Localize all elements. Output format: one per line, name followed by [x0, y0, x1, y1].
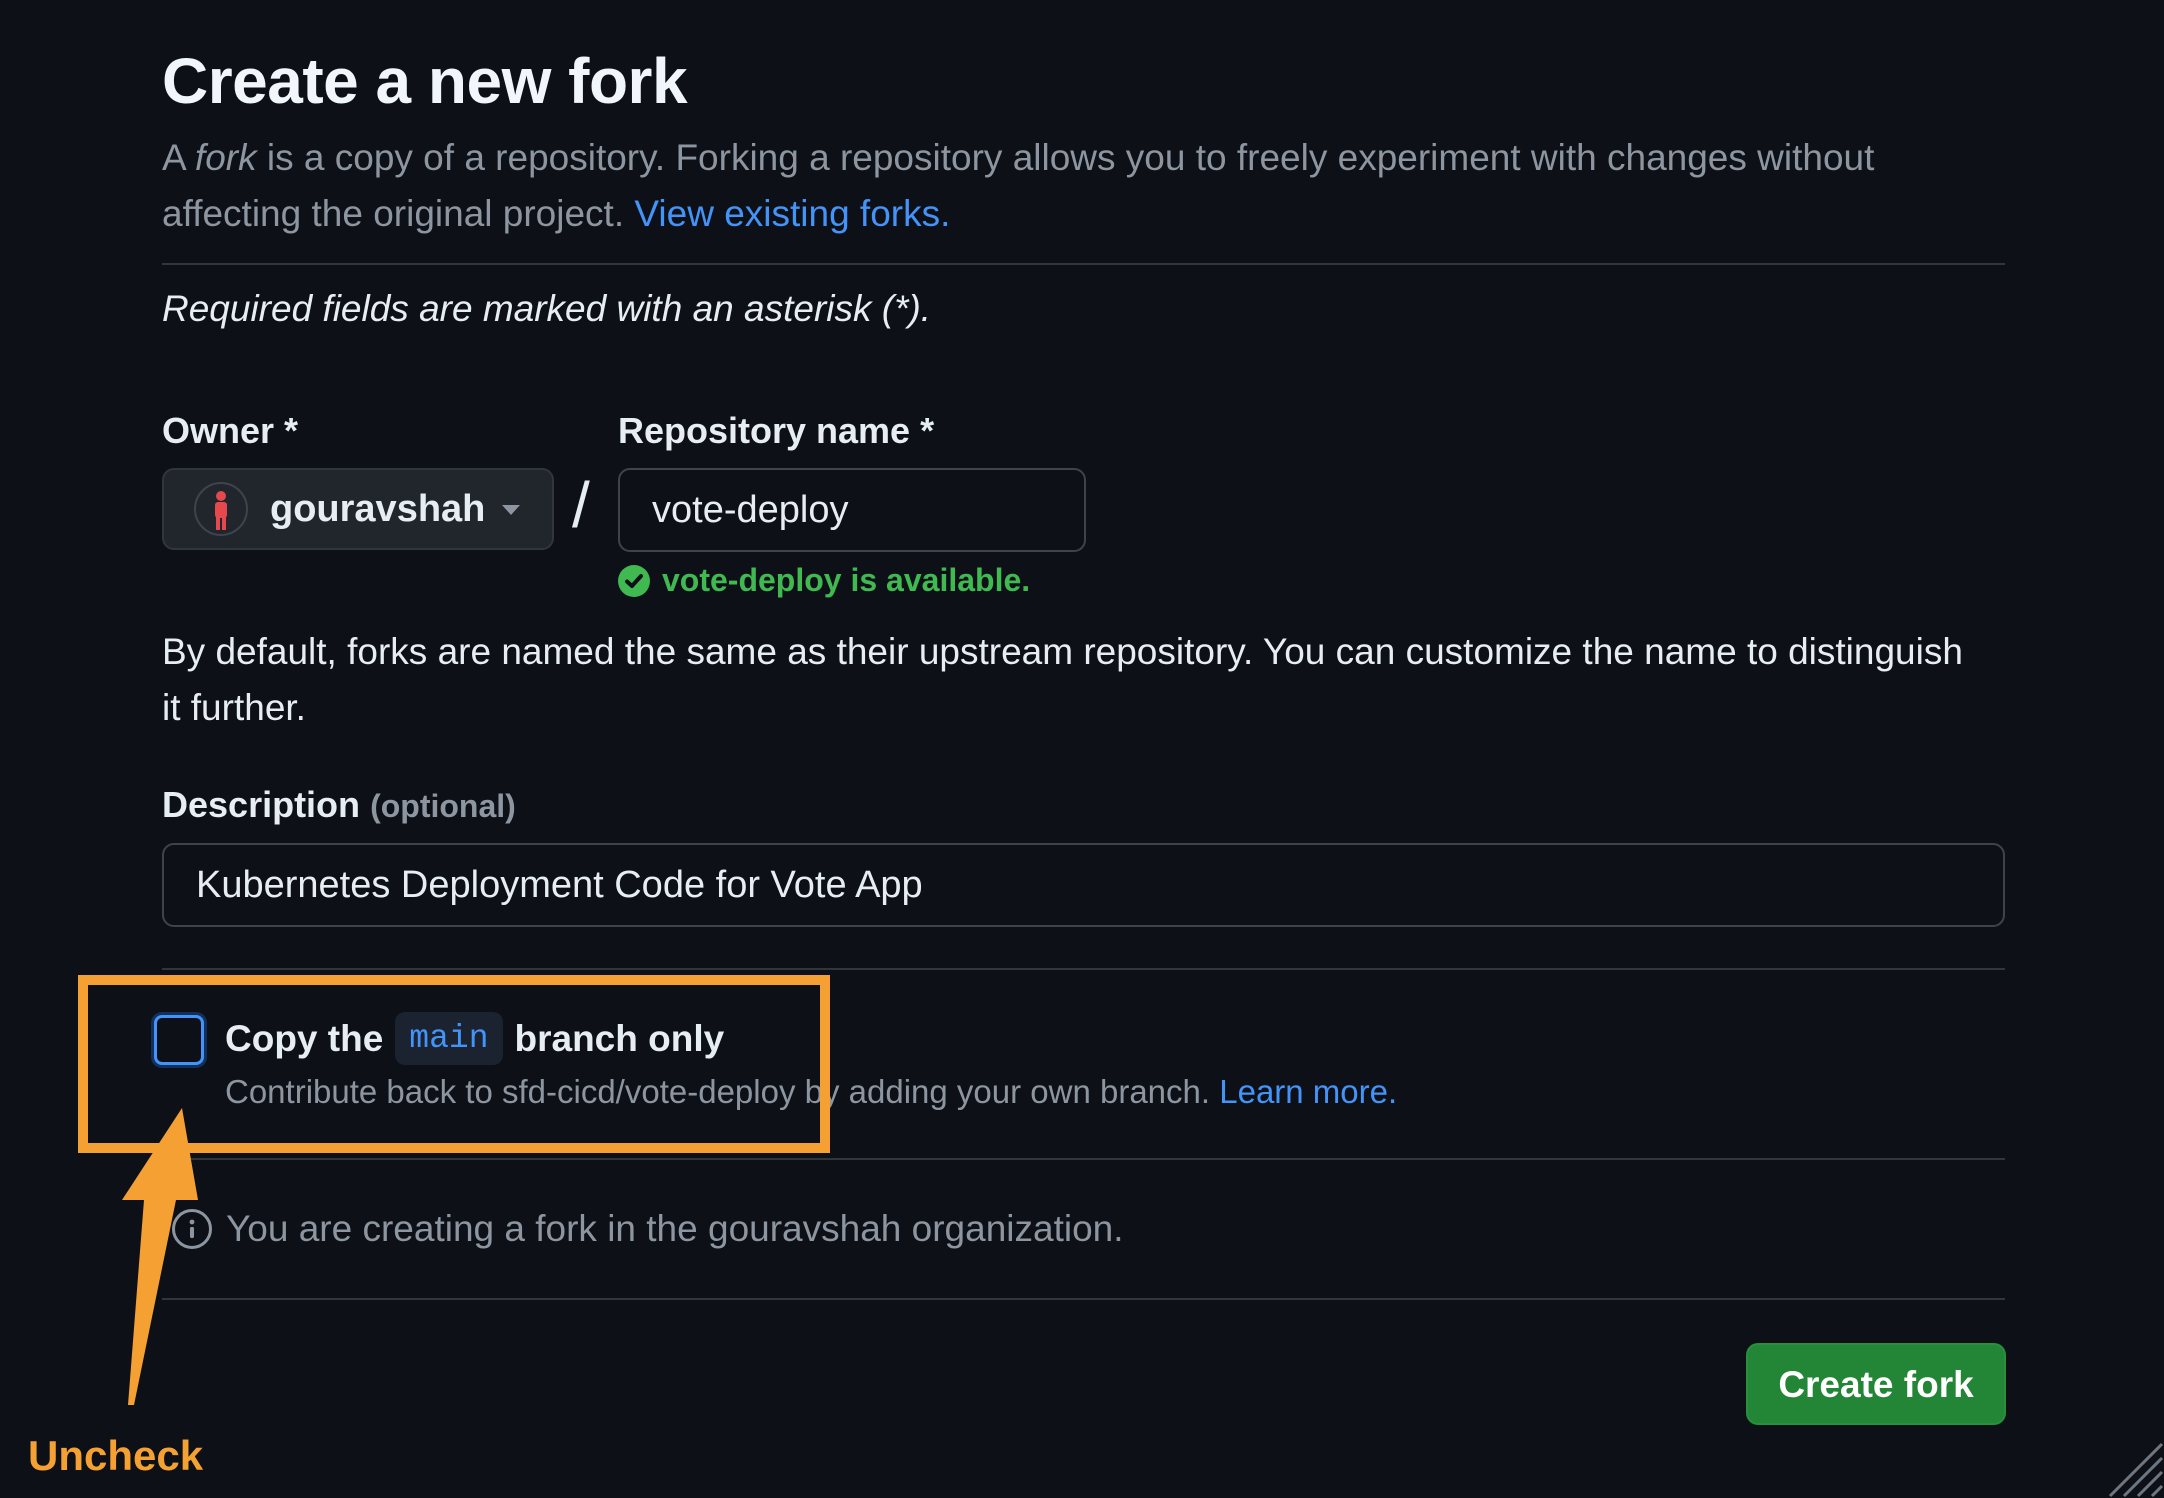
create-fork-button[interactable]: Create fork: [1746, 1343, 2006, 1425]
info-message: You are creating a fork in the gouravsha…: [172, 1208, 1124, 1250]
info-text: You are creating a fork in the gouravsha…: [226, 1208, 1124, 1249]
divider: [162, 263, 2005, 265]
lead-text: is a copy of a repository. Forking a rep…: [162, 137, 1875, 234]
annotation-label: Uncheck: [28, 1432, 204, 1479]
divider: [162, 968, 2005, 970]
description-label: Description (optional): [162, 784, 516, 826]
caret-down-icon: [502, 505, 520, 515]
optional-hint: (optional): [370, 788, 516, 824]
person-icon: [215, 491, 227, 530]
check-circle-icon: [618, 564, 650, 597]
description-label-text: Description: [162, 784, 361, 825]
divider: [162, 1158, 2005, 1160]
description-input[interactable]: [162, 843, 2005, 927]
repository-name-label: Repository name *: [618, 410, 935, 451]
lead-emphasis: fork: [194, 137, 257, 178]
lead-prefix: A: [162, 137, 195, 178]
page-title: Create a new fork: [162, 45, 688, 117]
annotation-arrow-icon: [122, 1108, 198, 1405]
page-lead: A fork is a copy of a repository. Forkin…: [162, 130, 2012, 242]
resize-grip-icon[interactable]: [2104, 1438, 2164, 1498]
naming-help-text: By default, forks are named the same as …: [162, 631, 1963, 728]
learn-more-link[interactable]: Learn more.: [1219, 1073, 1397, 1110]
availability-message: vote-deploy is available.: [618, 562, 1030, 599]
avatar: [194, 482, 248, 536]
view-existing-forks-link[interactable]: View existing forks.: [634, 193, 950, 234]
owner-repo-separator: /: [572, 469, 590, 541]
owner-name: gouravshah: [270, 488, 486, 530]
availability-text: vote-deploy is available.: [662, 562, 1031, 598]
divider: [162, 1298, 2005, 1300]
required-fields-note: Required fields are marked with an aster…: [162, 288, 932, 329]
owner-select[interactable]: gouravshah: [162, 468, 554, 550]
repository-name-input[interactable]: [618, 468, 1086, 552]
owner-label: Owner *: [162, 410, 299, 451]
